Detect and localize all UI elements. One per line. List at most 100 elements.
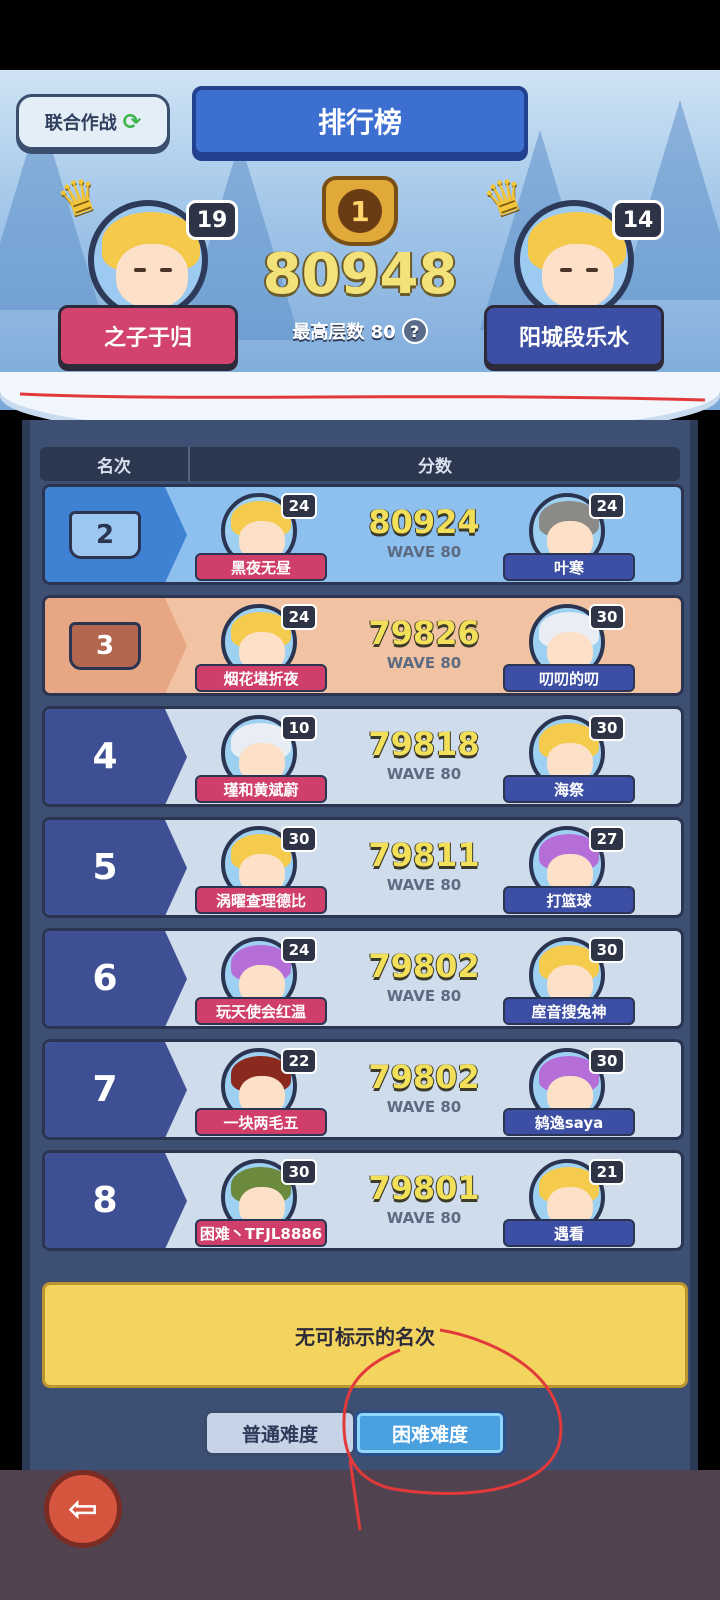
- player-left[interactable]: 22 一块两毛五: [195, 1048, 327, 1137]
- tab-hard[interactable]: 困难难度: [354, 1410, 506, 1456]
- score-value: 79811: [368, 836, 480, 874]
- rank-number: 6: [92, 958, 118, 999]
- level-badge: 30: [589, 715, 625, 741]
- player-name: 打篮球: [503, 886, 635, 914]
- player-left[interactable]: 30 涡曜查理德比: [195, 826, 327, 915]
- wave-label: WAVE 80: [386, 876, 462, 894]
- level-badge: 30: [589, 1048, 625, 1074]
- table-row[interactable]: 8 30 困难丶TFJL8886 21 遇看 79801 WAVE 80: [42, 1150, 684, 1251]
- player-name: 叶寒: [503, 553, 635, 581]
- score-block: 79801 WAVE 80: [345, 1169, 503, 1227]
- rank-cell: 5: [45, 820, 187, 915]
- table-row[interactable]: 5 30 涡曜查理德比 27 打篮球 79811 WAVE 80: [42, 817, 684, 918]
- score-block: 79802 WAVE 80: [345, 947, 503, 1005]
- difficulty-tabs: 普通难度 困难难度: [204, 1410, 514, 1456]
- wave-label: WAVE 80: [386, 987, 462, 1005]
- max-floor: 最高层数 80 ?: [270, 316, 450, 346]
- player-left[interactable]: 24 黑夜无昼: [195, 493, 327, 582]
- player-name: 阳城段乐水: [484, 305, 664, 367]
- player-right[interactable]: 27 打篮球: [503, 826, 635, 915]
- score-value: 79802: [368, 1058, 480, 1096]
- table-row[interactable]: 2 24 黑夜无昼 24 叶寒 80924 WAVE 80: [42, 484, 684, 585]
- score-block: 79802 WAVE 80: [345, 1058, 503, 1116]
- wave-label: WAVE 80: [386, 543, 462, 561]
- level-badge: 24: [281, 604, 317, 630]
- player-left[interactable]: 30 困难丶TFJL8886: [195, 1159, 327, 1248]
- level-badge: 24: [281, 493, 317, 519]
- player-name: 烟花堪折夜: [195, 664, 327, 692]
- level-badge: 21: [589, 1159, 625, 1185]
- back-button[interactable]: ⇦: [44, 1470, 122, 1548]
- crown-icon: 3: [69, 621, 141, 670]
- rank-cell: 8: [45, 1153, 187, 1248]
- player-name: 遇看: [503, 1219, 635, 1247]
- rank-cell: 4: [45, 709, 187, 804]
- player-right[interactable]: 30 海祭: [503, 715, 635, 804]
- score-value: 80924: [368, 503, 480, 541]
- wave-label: WAVE 80: [386, 654, 462, 672]
- table-row[interactable]: 6 24 玩天使会红温 30 庢音搜兔神 79802 WAVE 80: [42, 928, 684, 1029]
- rank-number: 7: [92, 1069, 118, 1110]
- player-name: 一块两毛五: [195, 1108, 327, 1136]
- player-name: 叨叨的叨: [503, 664, 635, 692]
- question-icon[interactable]: ?: [401, 318, 428, 344]
- column-score: 分数: [418, 456, 452, 477]
- player-name: 玩天使会红温: [195, 997, 327, 1025]
- score-block: 79818 WAVE 80: [345, 725, 503, 783]
- player-right[interactable]: 24 叶寒: [503, 493, 635, 582]
- player-right[interactable]: 21 遇看: [503, 1159, 635, 1248]
- level-badge: 24: [589, 493, 625, 519]
- player-left[interactable]: 24 玩天使会红温: [195, 937, 327, 1026]
- level-badge: 24: [281, 937, 317, 963]
- empty-rank-banner: 无可标示的名次: [42, 1282, 688, 1388]
- crown-icon: 2: [69, 510, 141, 559]
- score-block: 80924 WAVE 80: [345, 503, 503, 561]
- rank-cell: 2: [45, 487, 187, 582]
- rank-cell: 7: [45, 1042, 187, 1137]
- player-name: 庢音搜兔神: [503, 997, 635, 1025]
- rank-number: 8: [92, 1180, 118, 1221]
- top-player-right[interactable]: ♛ 14 阳城段乐水: [476, 165, 664, 380]
- crown-icon: ♛: [476, 164, 534, 230]
- wave-label: WAVE 80: [386, 765, 462, 783]
- level-badge: 30: [589, 937, 625, 963]
- score-value: 79818: [368, 725, 480, 763]
- level-badge: 27: [589, 826, 625, 852]
- refresh-icon: ⟳: [122, 109, 142, 135]
- score-block: 79826 WAVE 80: [345, 614, 503, 672]
- score-value: 79826: [368, 614, 480, 652]
- player-name: 黑夜无昼: [195, 553, 327, 581]
- level-badge: 30: [281, 826, 317, 852]
- coop-label: 联合作战: [44, 113, 117, 134]
- coop-button[interactable]: 联合作战 ⟳: [16, 94, 170, 150]
- tab-normal[interactable]: 普通难度: [204, 1410, 356, 1456]
- level-badge: 30: [281, 1159, 317, 1185]
- rank1-number: 1: [338, 189, 382, 233]
- player-left[interactable]: 10 瑾和黄斌蔚: [195, 715, 327, 804]
- shield-badge-icon: 1: [322, 176, 398, 246]
- table-row[interactable]: 7 22 一块两毛五 30 鸫逸saya 79802 WAVE 80: [42, 1039, 684, 1140]
- player-right[interactable]: 30 庢音搜兔神: [503, 937, 635, 1026]
- table-row[interactable]: 4 10 瑾和黄斌蔚 30 海祭 79818 WAVE 80: [42, 706, 684, 807]
- wave-label: WAVE 80: [386, 1209, 462, 1227]
- player-name: 海祭: [503, 775, 635, 803]
- top-player-left[interactable]: ♛ 19 之子于归: [50, 165, 238, 380]
- score-block: 79811 WAVE 80: [345, 836, 503, 894]
- column-rank: 名次: [40, 447, 190, 481]
- level-badge: 22: [281, 1048, 317, 1074]
- rank-number: 4: [92, 736, 118, 777]
- wave-label: WAVE 80: [386, 1098, 462, 1116]
- table-row[interactable]: 3 24 烟花堪折夜 30 叨叨的叨 79826 WAVE 80: [42, 595, 684, 696]
- score-value: 79802: [368, 947, 480, 985]
- level-badge: 19: [186, 200, 238, 240]
- level-badge: 30: [589, 604, 625, 630]
- player-right[interactable]: 30 叨叨的叨: [503, 604, 635, 693]
- page-title: 排行榜: [192, 86, 528, 156]
- column-header: 名次 分数: [40, 447, 680, 481]
- back-arrow-icon: ⇦: [67, 1488, 99, 1530]
- player-name: 瑾和黄斌蔚: [195, 775, 327, 803]
- player-left[interactable]: 24 烟花堪折夜: [195, 604, 327, 693]
- player-right[interactable]: 30 鸫逸saya: [503, 1048, 635, 1137]
- player-name: 困难丶TFJL8886: [195, 1219, 327, 1247]
- level-badge: 10: [281, 715, 317, 741]
